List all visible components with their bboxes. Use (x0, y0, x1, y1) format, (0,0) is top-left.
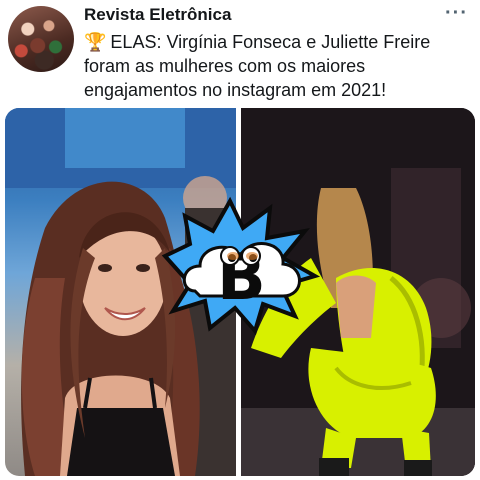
avatar[interactable] (8, 6, 74, 72)
author-name[interactable]: Revista Eletrônica (84, 5, 231, 25)
b-cloud-sticker: B (155, 196, 325, 336)
more-options-icon[interactable]: ··· (445, 2, 468, 25)
tweet-media[interactable]: B (5, 108, 475, 476)
trophy-icon: 🏆 (84, 32, 107, 52)
tweet-body: ELAS: Virgínia Fonseca e Juliette Freire… (84, 32, 431, 100)
b-cloud-sticker-graphic: B (161, 196, 321, 336)
tweet-text: 🏆 ELAS: Virgínia Fonseca e Juliette Freir… (84, 30, 474, 102)
